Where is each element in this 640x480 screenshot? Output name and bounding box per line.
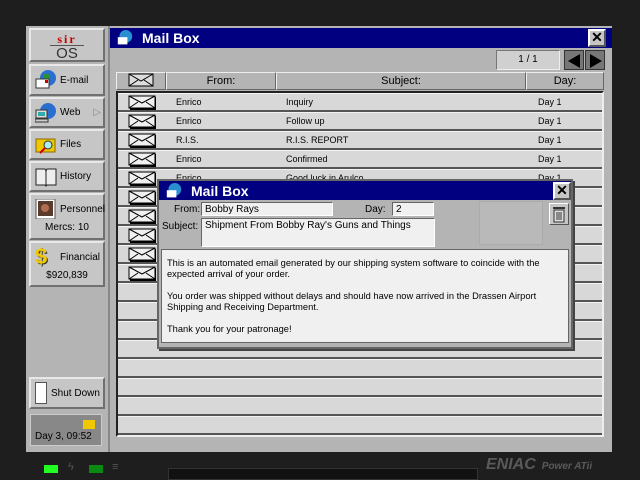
day-column[interactable]: Day: — [526, 72, 604, 90]
close-button[interactable]: ✕ — [588, 29, 606, 47]
dollar-icon: $ — [35, 244, 48, 269]
clock-panel: Day 3, 09:52 — [30, 414, 102, 446]
delete-button[interactable] — [549, 203, 569, 225]
web-computer-icon — [35, 102, 56, 122]
power-icon: ϟ — [68, 461, 74, 473]
page-indicator: 1 / 1 — [496, 50, 560, 70]
siros-logo: sir OS — [29, 28, 105, 62]
arrow-right-icon — [590, 54, 602, 68]
envelope-icon — [128, 171, 156, 186]
portrait-icon — [35, 199, 56, 219]
envelope-icon — [128, 209, 156, 224]
email-globe-icon — [35, 70, 56, 89]
message-row[interactable] — [118, 397, 602, 416]
message-row[interactable]: Enrico Inquiry Day 1 — [118, 93, 602, 112]
sidebar: sir OS E-mail Web ▷ Files History Person… — [26, 26, 110, 452]
message-row[interactable] — [118, 378, 602, 397]
column-header: From: Subject: Day: — [116, 72, 604, 90]
row-day: Day 1 — [538, 135, 562, 145]
bezel-slot — [168, 468, 478, 480]
shut-down-button[interactable]: Shut Down — [29, 377, 105, 409]
sidebar-item-web[interactable]: Web ▷ — [29, 97, 105, 128]
close-message-button[interactable]: ✕ — [553, 182, 571, 200]
row-from: Enrico — [176, 154, 202, 164]
power-switch-icon — [35, 382, 47, 404]
row-from: R.I.S. — [176, 135, 199, 145]
sidebar-item-personnel[interactable]: Personnel Mercs: 10 — [29, 193, 105, 240]
disk-icon: ≡ — [112, 461, 119, 473]
envelope-icon — [128, 190, 156, 205]
message-titlebar: Mail Box — [159, 181, 571, 200]
postage-stamp-watermark — [479, 201, 543, 245]
mailbox-titlebar: Mail Box — [110, 28, 612, 48]
envelope-icon — [128, 133, 156, 148]
sidebar-item-email[interactable]: E-mail — [29, 64, 105, 96]
mail-globe-icon — [117, 30, 133, 45]
envelope-icon — [128, 114, 156, 129]
from-column[interactable]: From: — [166, 72, 276, 90]
day-field: 2 — [392, 202, 434, 216]
disk-led — [89, 465, 103, 473]
folder-magnifier-icon — [35, 138, 56, 154]
sidebar-item-history[interactable]: History — [29, 161, 105, 192]
message-row[interactable]: Enrico Confirmed Day 1 — [118, 150, 602, 169]
read-status-column[interactable] — [116, 72, 166, 90]
row-subject: R.I.S. REPORT — [286, 135, 349, 145]
arrow-left-icon — [568, 54, 580, 68]
message-window: Mail Box ✕ From: Bobby Rays Day: 2 Subje… — [157, 179, 573, 349]
eniac-logo: ENIAC Power ATii — [486, 456, 593, 473]
row-from: Enrico — [176, 97, 202, 107]
sidebar-item-financial[interactable]: $ Financial $920,839 — [29, 241, 105, 287]
submenu-arrow-icon: ▷ — [93, 107, 101, 118]
folder-icon — [83, 420, 95, 429]
message-body: This is an automated email generated by … — [161, 249, 569, 343]
trash-icon — [553, 207, 565, 223]
row-subject: Follow up — [286, 116, 325, 126]
next-page-button[interactable] — [585, 50, 605, 70]
envelope-icon — [128, 247, 156, 262]
from-field: Bobby Rays — [201, 202, 333, 216]
sidebar-item-files[interactable]: Files — [29, 129, 105, 160]
message-row[interactable]: R.I.S. R.I.S. REPORT Day 1 — [118, 131, 602, 150]
power-led — [44, 465, 58, 473]
envelope-icon — [128, 152, 156, 167]
mail-globe-icon — [166, 182, 182, 197]
prev-page-button[interactable] — [564, 50, 584, 70]
row-day: Day 1 — [538, 97, 562, 107]
envelope-icon — [128, 95, 156, 110]
row-day: Day 1 — [538, 116, 562, 126]
row-subject: Inquiry — [286, 97, 314, 107]
message-row[interactable] — [118, 416, 602, 435]
row-day: Day 1 — [538, 154, 562, 164]
book-icon — [35, 168, 57, 187]
envelope-icon — [128, 73, 154, 87]
row-subject: Confirmed — [286, 154, 328, 164]
row-from: Enrico — [176, 116, 202, 126]
message-row[interactable] — [118, 359, 602, 378]
subject-field: Shipment From Bobby Ray's Guns and Thing… — [201, 218, 435, 247]
subject-column[interactable]: Subject: — [276, 72, 526, 90]
message-row[interactable]: Enrico Follow up Day 1 — [118, 112, 602, 131]
envelope-icon — [128, 228, 156, 243]
envelope-icon — [128, 266, 156, 281]
